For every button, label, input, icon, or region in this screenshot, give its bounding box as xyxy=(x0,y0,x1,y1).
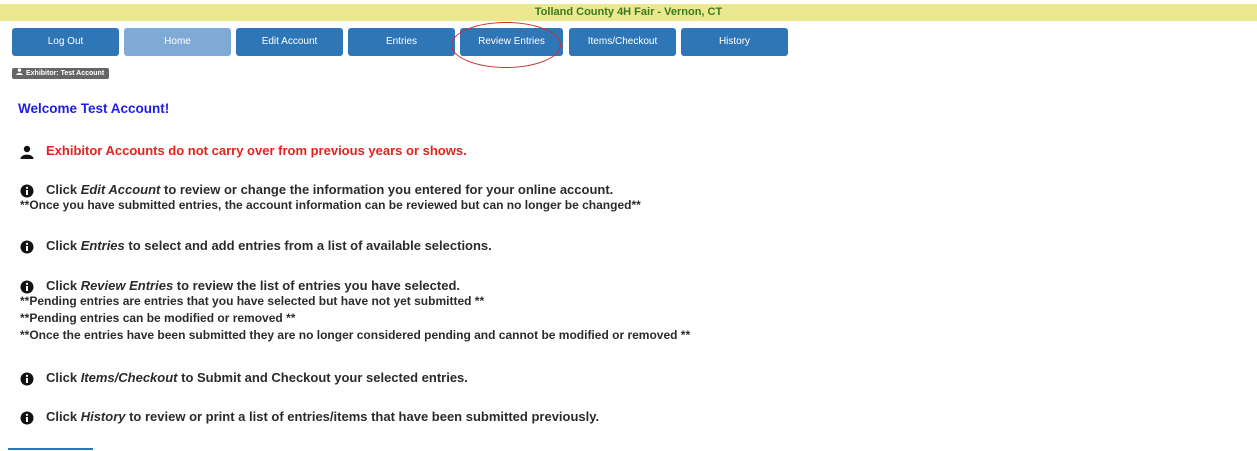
instruction-text: to review or change the information you … xyxy=(160,182,614,197)
exhibitor-badge-label: Exhibitor: Test Account xyxy=(26,70,105,77)
history-link-text: History xyxy=(80,409,126,424)
edit-account-note: **Once you have submitted entries, the a… xyxy=(20,198,641,212)
instruction-text: Click xyxy=(46,182,81,197)
entries-link-text: Entries xyxy=(80,238,125,253)
instruction-edit-account: Click Edit Account to review or change t… xyxy=(20,182,613,198)
logout-button[interactable]: Log Out xyxy=(12,28,119,56)
review-note-submitted: **Once the entries have been submitted t… xyxy=(20,328,691,342)
fair-title-banner: Tolland County 4H Fair - Vernon, CT xyxy=(0,4,1257,21)
instruction-text: to select and add entries from a list of… xyxy=(124,238,492,253)
info-circle-icon xyxy=(20,372,34,386)
items-checkout-link-text: Items/Checkout xyxy=(80,370,178,385)
instruction-history: Click History to review or print a list … xyxy=(20,409,599,425)
welcome-heading: Welcome Test Account! xyxy=(18,101,170,116)
user-icon xyxy=(20,145,34,159)
instruction-text: Click xyxy=(46,409,81,424)
edit-account-link-text: Edit Account xyxy=(80,182,161,197)
info-circle-icon xyxy=(20,411,34,425)
instruction-text: to review the list of entries you have s… xyxy=(173,278,461,293)
carryover-notice: Exhibitor Accounts do not carry over fro… xyxy=(20,143,467,159)
entries-button[interactable]: Entries xyxy=(348,28,455,56)
instruction-text: to Submit and Checkout your selected ent… xyxy=(177,370,468,385)
review-entries-button[interactable]: Review Entries xyxy=(460,28,563,56)
info-circle-icon xyxy=(20,280,34,294)
instruction-text: Click xyxy=(46,370,81,385)
instruction-entries: Click Entries to select and add entries … xyxy=(20,238,492,254)
instruction-items-checkout: Click Items/Checkout to Submit and Check… xyxy=(20,370,468,386)
review-note-pending: **Pending entries are entries that you h… xyxy=(20,294,485,308)
exhibitor-badge: Exhibitor: Test Account xyxy=(12,68,110,79)
info-circle-icon xyxy=(20,240,34,254)
instruction-text: Click xyxy=(46,278,81,293)
instruction-text: to review or print a list of entries/ite… xyxy=(125,409,600,424)
review-note-modifiable: **Pending entries can be modified or rem… xyxy=(20,311,296,325)
home-button[interactable]: Home xyxy=(124,28,231,56)
review-entries-link-text: Review Entries xyxy=(80,278,174,293)
instruction-review-entries: Click Review Entries to review the list … xyxy=(20,278,460,294)
items-checkout-button[interactable]: Items/Checkout xyxy=(569,28,676,56)
user-icon xyxy=(16,68,23,79)
instruction-text: Click xyxy=(46,238,81,253)
edit-account-button[interactable]: Edit Account xyxy=(236,28,343,56)
footer-divider xyxy=(8,448,93,450)
fair-title: Tolland County 4H Fair - Vernon, CT xyxy=(534,6,723,18)
history-button[interactable]: History xyxy=(681,28,788,56)
carryover-notice-text: Exhibitor Accounts do not carry over fro… xyxy=(46,143,467,158)
info-circle-icon xyxy=(20,184,34,198)
